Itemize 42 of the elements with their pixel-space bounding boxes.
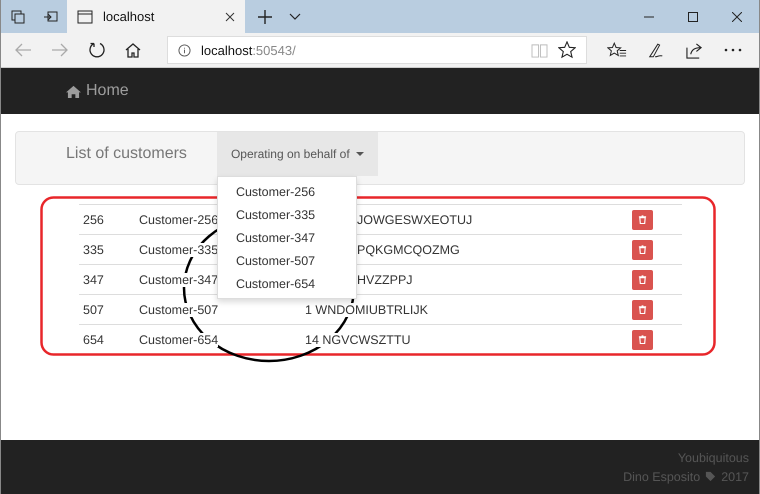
menu-item[interactable]: Customer-256 bbox=[218, 181, 356, 204]
favorites-icon[interactable] bbox=[607, 42, 627, 58]
more-icon[interactable] bbox=[724, 48, 742, 52]
trash-icon bbox=[638, 215, 647, 224]
trash-icon bbox=[638, 275, 647, 284]
home-icon bbox=[66, 84, 81, 98]
new-tab-icon[interactable] bbox=[258, 10, 272, 24]
set-aside-tabs-icon[interactable] bbox=[43, 8, 59, 24]
pen-icon[interactable] bbox=[647, 42, 665, 58]
close-icon[interactable] bbox=[732, 12, 742, 22]
table-cell: HVZZPPJ bbox=[357, 272, 413, 286]
table-cell-text: 347 bbox=[82, 272, 105, 286]
table-cell-text: 256 bbox=[82, 212, 105, 226]
table-cell: JOWGESWXEOTUJ bbox=[357, 212, 472, 226]
trash-icon bbox=[638, 335, 647, 344]
info-icon bbox=[178, 44, 191, 56]
refresh-icon[interactable] bbox=[88, 41, 106, 59]
tabs-icon[interactable] bbox=[10, 8, 26, 24]
trash-icon bbox=[638, 305, 647, 314]
delete-button[interactable] bbox=[632, 210, 653, 230]
share-icon[interactable] bbox=[685, 42, 704, 58]
dropdown-toggle[interactable]: Operating on behalf of bbox=[216, 132, 378, 176]
maximize-icon[interactable] bbox=[688, 12, 698, 22]
delete-button[interactable] bbox=[632, 300, 653, 320]
browser-tab[interactable]: localhost bbox=[67, 0, 245, 33]
home-icon[interactable] bbox=[125, 42, 141, 58]
trash-icon bbox=[638, 245, 647, 254]
home-link[interactable]: Home bbox=[66, 82, 129, 100]
table-cell: PQKGMCQOZMG bbox=[357, 242, 460, 256]
table-cell-text: 654 bbox=[82, 332, 105, 346]
address-bar[interactable]: localhost:50543/ bbox=[167, 36, 587, 64]
delete-button[interactable] bbox=[632, 330, 653, 350]
chevron-down-icon[interactable] bbox=[289, 12, 301, 20]
page-icon bbox=[77, 10, 93, 24]
page-title: List of customers bbox=[66, 145, 187, 163]
table-cell-text: 507 bbox=[82, 302, 105, 316]
delete-button[interactable] bbox=[632, 240, 653, 260]
table-cell-text: 335 bbox=[82, 242, 105, 256]
star-icon[interactable] bbox=[558, 41, 576, 59]
delete-button[interactable] bbox=[632, 270, 653, 290]
close-icon[interactable] bbox=[225, 12, 235, 22]
tag-icon bbox=[705, 471, 716, 482]
